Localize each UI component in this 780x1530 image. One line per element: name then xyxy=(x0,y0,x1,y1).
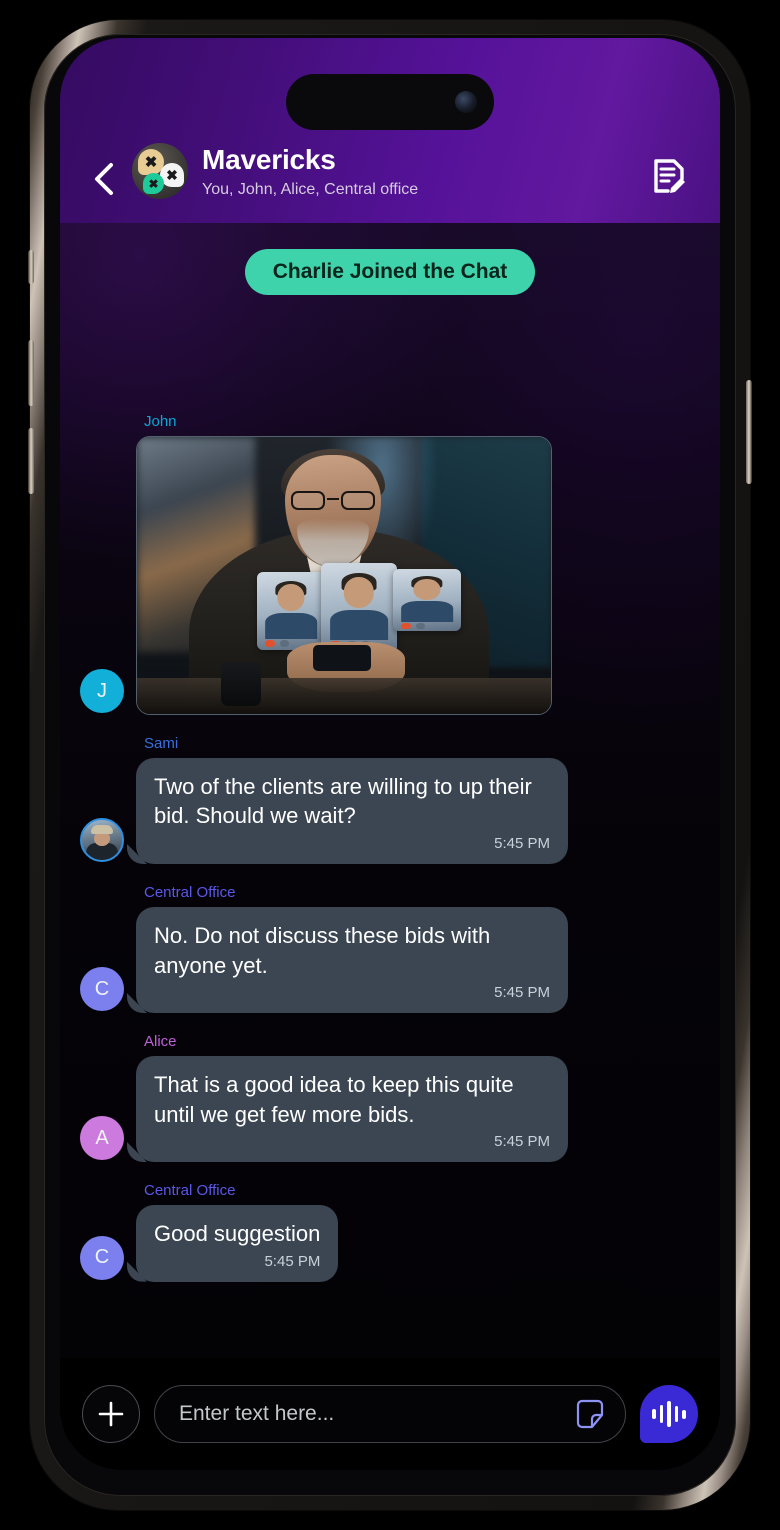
message-timestamp: 5:45 PM xyxy=(494,834,550,852)
header-text-block: Mavericks You, John, Alice, Central offi… xyxy=(202,144,646,199)
message-row: C No. Do not discuss these bids with any… xyxy=(80,907,700,1014)
message-bubble[interactable]: Good suggestion 5:45 PM xyxy=(136,1205,339,1282)
dynamic-island xyxy=(286,74,494,130)
message-bubble[interactable]: That is a good idea to keep this quite u… xyxy=(136,1056,568,1163)
message-text: That is a good idea to keep this quite u… xyxy=(154,1072,514,1127)
volume-down-button[interactable] xyxy=(28,428,34,494)
status-badge: Charlie Joined the Chat xyxy=(244,249,536,295)
system-notice-row: Charlie Joined the Chat xyxy=(80,249,700,295)
message-group: Central Office C No. Do not discuss thes… xyxy=(80,884,700,1014)
message-bubble[interactable]: No. Do not discuss these bids with anyon… xyxy=(136,907,568,1014)
sender-name: John xyxy=(144,413,177,430)
mute-switch[interactable] xyxy=(28,250,34,284)
message-row: C Good suggestion 5:45 PM xyxy=(80,1205,700,1282)
message-input-bar xyxy=(60,1358,720,1470)
messages-area[interactable]: Charlie Joined the Chat John J Sami Two … xyxy=(60,223,720,1358)
note-edit-button[interactable] xyxy=(646,153,692,199)
message-group: Central Office C Good suggestion 5:45 PM xyxy=(80,1182,700,1282)
avatar[interactable] xyxy=(80,818,124,863)
avatar[interactable]: ✖ ✖ ✖ xyxy=(132,143,188,199)
sender-name: Central Office xyxy=(144,1182,236,1200)
message-text: Two of the clients are willing to up the… xyxy=(154,774,532,829)
message-timestamp: 5:45 PM xyxy=(264,1252,321,1270)
avatar[interactable]: C xyxy=(80,967,124,1012)
message-row: J xyxy=(80,436,700,715)
photo-table xyxy=(137,678,551,714)
chevron-left-icon xyxy=(95,163,113,195)
front-camera-icon xyxy=(455,91,477,113)
phone-screen: ✖ ✖ ✖ Mavericks You, John, Alice, Centra… xyxy=(60,38,720,1470)
note-edit-icon xyxy=(654,159,685,193)
message-row: Two of the clients are willing to up the… xyxy=(80,758,700,865)
phone-device-frame: ✖ ✖ ✖ Mavericks You, John, Alice, Centra… xyxy=(28,20,752,1510)
message-input[interactable] xyxy=(179,1402,573,1426)
video-call-photo xyxy=(137,437,551,714)
text-input-container[interactable] xyxy=(154,1385,626,1443)
video-call-tile xyxy=(257,572,325,650)
avatar[interactable]: J xyxy=(80,669,124,713)
voice-message-button[interactable] xyxy=(640,1385,698,1443)
photo-man-glasses xyxy=(289,491,377,511)
image-message-bubble[interactable] xyxy=(136,436,552,715)
sender-name: Sami xyxy=(144,735,179,752)
photo-smartphone xyxy=(313,645,371,671)
photo-coffee-cup xyxy=(221,662,261,706)
message-timestamp: 5:45 PM xyxy=(494,983,550,1001)
avatar[interactable]: C xyxy=(80,1235,124,1280)
message-group: John J xyxy=(80,413,700,715)
video-call-tile xyxy=(393,569,461,631)
avatar[interactable]: A xyxy=(80,1116,124,1161)
message-timestamp: 5:45 PM xyxy=(494,1133,550,1150)
message-text: No. Do not discuss these bids with anyon… xyxy=(154,923,491,978)
sticker-icon xyxy=(576,1399,604,1429)
power-button[interactable] xyxy=(746,380,752,484)
sticker-button[interactable] xyxy=(573,1397,607,1431)
sender-name: Central Office xyxy=(144,884,236,902)
message-bubble[interactable]: Two of the clients are willing to up the… xyxy=(136,758,568,865)
speech-bubble-x-icon-green: ✖ xyxy=(143,173,164,194)
message-group: Sami Two of the clients are willing to u… xyxy=(80,735,700,865)
add-attachment-button[interactable] xyxy=(82,1385,140,1443)
message-row: A That is a good idea to keep this quite… xyxy=(80,1056,700,1163)
message-group: Alice A That is a good idea to keep this… xyxy=(80,1033,700,1163)
page-title: Mavericks xyxy=(202,144,336,176)
volume-up-button[interactable] xyxy=(28,340,34,406)
video-call-tile xyxy=(321,563,397,653)
back-button[interactable] xyxy=(84,159,124,199)
chat-members-subtitle: You, John, Alice, Central office xyxy=(202,181,419,198)
plus-icon xyxy=(98,1401,124,1427)
chat-header: ✖ ✖ ✖ Mavericks You, John, Alice, Centra… xyxy=(60,38,720,223)
voice-waveform-bubble-icon xyxy=(640,1385,698,1443)
sender-name: Alice xyxy=(144,1033,177,1051)
message-text: Good suggestion xyxy=(154,1221,321,1247)
